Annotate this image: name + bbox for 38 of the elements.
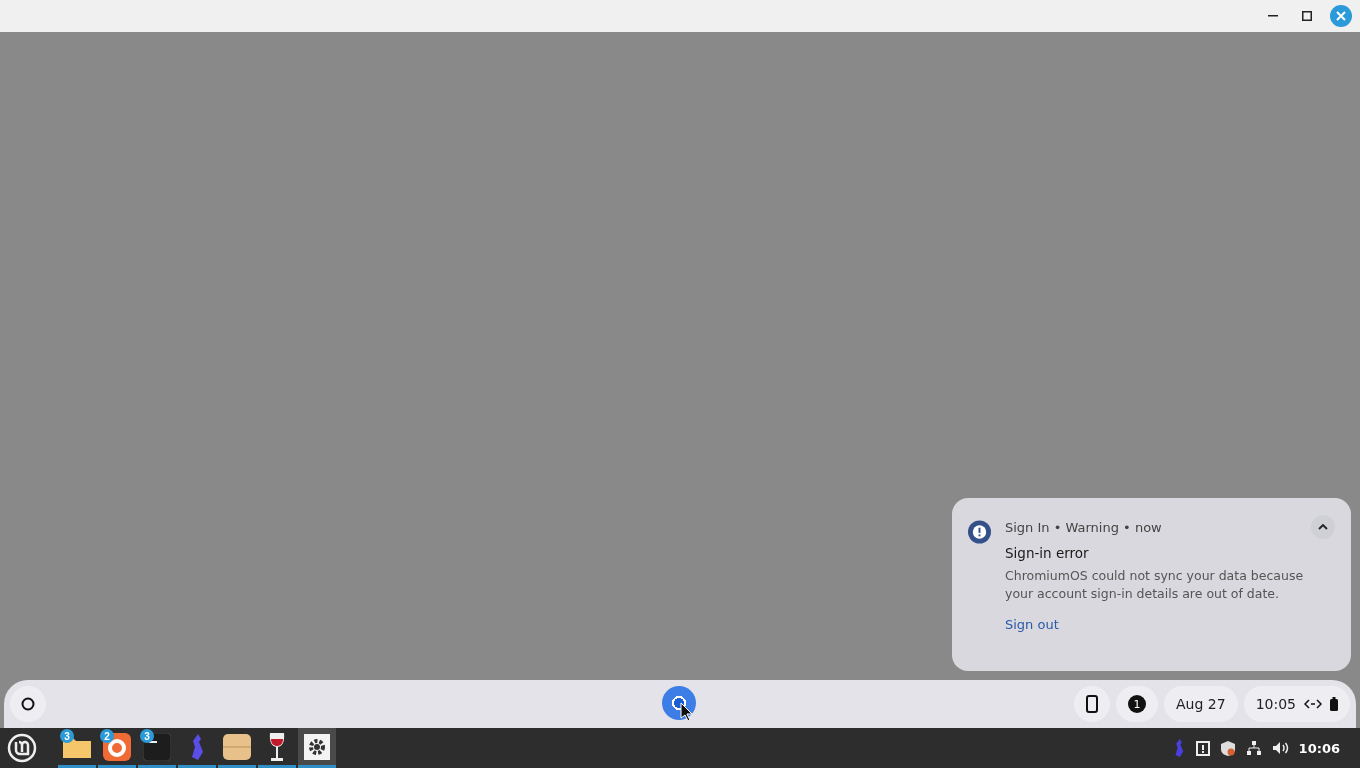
circle-icon xyxy=(21,697,35,711)
volume-icon[interactable] xyxy=(1271,741,1289,755)
close-icon xyxy=(1336,11,1346,21)
minimize-icon xyxy=(1268,15,1278,17)
mouse-cursor-icon xyxy=(680,702,694,722)
notification-title: Sign-in error xyxy=(1005,545,1090,561)
notification-source: Sign In • Warning • now xyxy=(1005,519,1162,535)
app-launcher-button[interactable] xyxy=(298,728,336,768)
notification-message: ChromiumOS could not sync your data because your account sign-in details are out of date. xyxy=(1005,567,1305,603)
window-count-badge: 3 xyxy=(60,729,74,743)
window-count-badge: 2 xyxy=(100,729,114,743)
close-button[interactable] xyxy=(1330,5,1352,27)
maximize-icon xyxy=(1302,11,1312,21)
notification-pill[interactable]: 1 xyxy=(1116,686,1159,722)
battery-icon xyxy=(1330,697,1338,711)
launcher-button[interactable] xyxy=(10,686,46,722)
notification-count: 1 xyxy=(1128,695,1147,713)
collapse-button[interactable] xyxy=(1311,515,1335,539)
chevron-up-icon xyxy=(1318,524,1328,530)
code-arrows-icon xyxy=(1304,699,1322,709)
date-label[interactable]: Aug 27 xyxy=(1164,686,1238,722)
box-icon xyxy=(222,732,252,761)
mint-logo-icon xyxy=(7,733,37,763)
window-count-badge: 3 xyxy=(140,729,154,743)
time-label: 10:05 xyxy=(1255,696,1296,712)
clock-label[interactable]: 10:06 xyxy=(1298,740,1340,756)
settings-icon xyxy=(304,733,330,760)
terminal-icon xyxy=(143,732,171,761)
warning-icon xyxy=(968,520,991,544)
ring-icon xyxy=(103,732,131,761)
shield-icon[interactable] xyxy=(1219,739,1236,757)
sign-out-link[interactable]: Sign out xyxy=(1005,617,1059,632)
network-icon[interactable] xyxy=(1245,740,1262,756)
phone-icon xyxy=(1086,695,1099,713)
clipboard-alert-icon[interactable] xyxy=(1195,740,1210,756)
wine-glass-icon xyxy=(268,731,286,762)
status-area[interactable]: 10:05 xyxy=(1243,686,1350,722)
phone-hub-button[interactable] xyxy=(1074,686,1111,722)
